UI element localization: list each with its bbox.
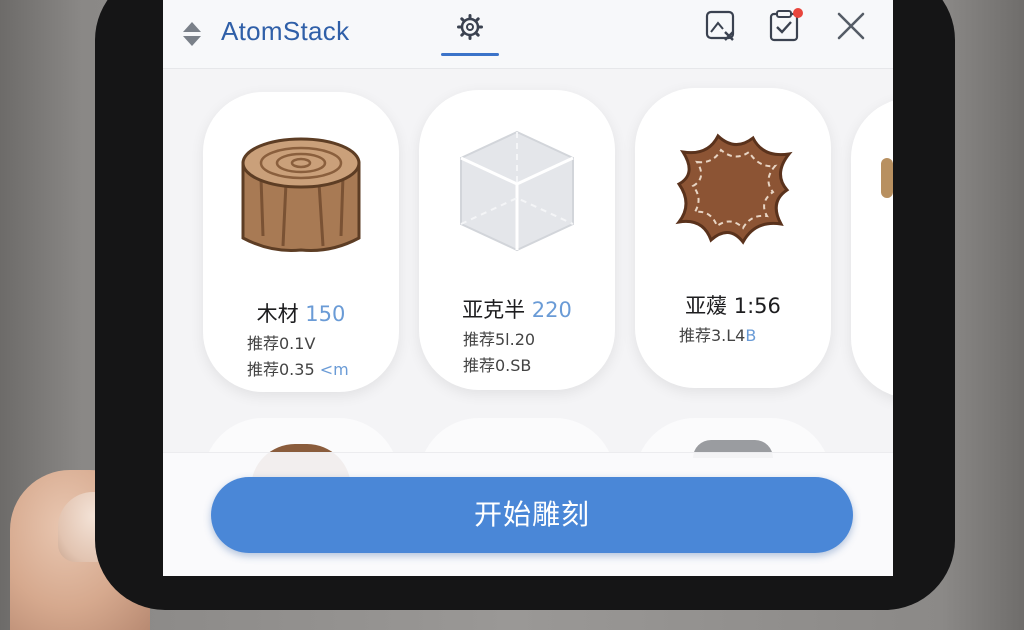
- material-card-wood[interactable]: 木材 150 推荐0.1V 推荐0.35 <m: [203, 92, 399, 392]
- gear-icon: [457, 14, 483, 40]
- checklist-button[interactable]: [767, 8, 803, 44]
- checklist-icon: [769, 8, 803, 42]
- material-recommend-1: 推荐5l.20: [463, 330, 536, 349]
- material-recommend-2: 推荐0.SB: [463, 356, 532, 375]
- tab-settings[interactable]: [441, 10, 499, 56]
- start-engraving-button[interactable]: 开始雕刻: [211, 477, 853, 553]
- app-title: AtomStack: [221, 16, 350, 46]
- material-card-leather[interactable]: 亚蕿 1:56 推荐3.L4B: [635, 88, 831, 388]
- sort-arrows-icon[interactable]: [181, 20, 203, 48]
- material-recommend-1: 推荐0.1V: [247, 334, 316, 353]
- material-card-partial[interactable]: [851, 98, 893, 398]
- material-name: 亚蕿 1:56: [685, 294, 781, 318]
- material-recommend-2: 推荐0.35 <m: [247, 360, 349, 379]
- image-cancel-icon[interactable]: [703, 8, 739, 44]
- material-name: 木材 150: [256, 302, 346, 326]
- leather-hide-icon: [675, 133, 793, 245]
- active-tab-indicator: [441, 53, 499, 56]
- app-screen: AtomStack 木材 150 推荐0.1V 推荐0.35 <m 亚克半 22…: [163, 0, 893, 576]
- close-icon[interactable]: [833, 8, 869, 44]
- material-thumb-partial: [881, 158, 893, 198]
- notification-dot: [793, 8, 803, 18]
- wood-log-icon: [241, 137, 361, 252]
- material-name: 亚克半 220: [462, 298, 572, 322]
- top-bar: AtomStack: [163, 0, 893, 69]
- material-card-acrylic[interactable]: 亚克半 220 推荐5l.20 推荐0.SB: [419, 90, 615, 390]
- bottom-action-panel: 开始雕刻: [163, 452, 893, 576]
- material-recommend-1: 推荐3.L4B: [679, 326, 757, 345]
- acrylic-cube-icon: [460, 130, 574, 252]
- material-grid: 木材 150 推荐0.1V 推荐0.35 <m 亚克半 220 推荐5l.20 …: [163, 68, 893, 576]
